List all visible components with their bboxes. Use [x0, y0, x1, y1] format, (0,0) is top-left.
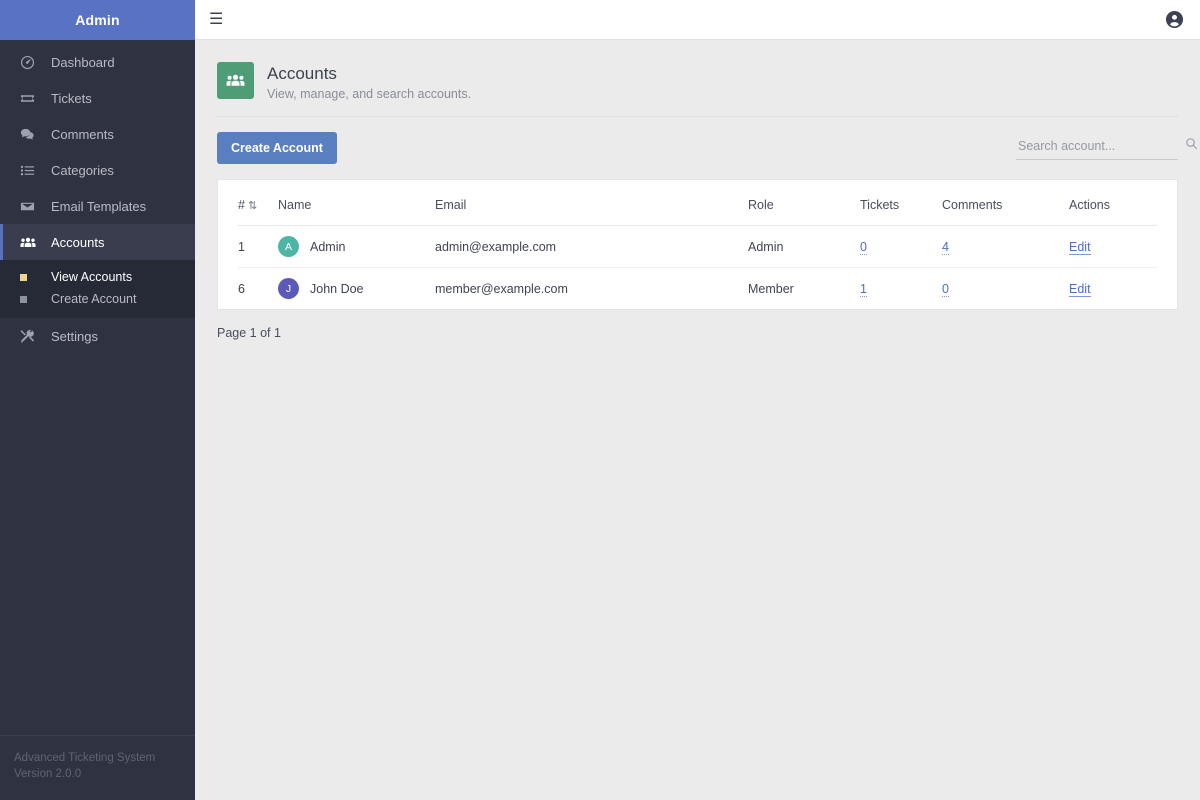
sidebar-item-dashboard[interactable]: Dashboard	[0, 44, 195, 80]
cell-tickets: 0	[860, 225, 942, 268]
tools-icon	[20, 329, 42, 344]
cell-id: 6	[238, 281, 245, 296]
header-divider	[217, 116, 1178, 117]
cell-email: admin@example.com	[435, 225, 748, 268]
sidebar-subitem-view-accounts[interactable]: View Accounts	[0, 266, 195, 288]
cell-role: Admin	[748, 225, 860, 268]
sort-arrows-icon[interactable]: ⇅	[245, 199, 257, 212]
cell-name-text: Admin	[310, 239, 346, 254]
cell-comments: 4	[942, 225, 1069, 268]
sidebar-nav: Dashboard Tickets Comments Categories Em	[0, 40, 195, 735]
sidebar-item-label: Tickets	[51, 90, 92, 106]
page-subtitle: View, manage, and search accounts.	[267, 87, 472, 101]
sidebar-subitem-label: View Accounts	[51, 270, 133, 284]
users-icon	[217, 62, 254, 99]
topbar: ☰	[195, 0, 1200, 40]
sidebar-item-accounts[interactable]: Accounts	[0, 224, 195, 260]
dashboard-icon	[20, 55, 42, 70]
column-header-id-label: #	[238, 198, 245, 212]
column-header-tickets[interactable]: Tickets	[860, 180, 942, 226]
sidebar-subitem-label: Create Account	[51, 292, 137, 306]
sidebar-submenu-accounts: View Accounts Create Account	[0, 260, 195, 318]
page-header: Accounts View, manage, and search accoun…	[217, 62, 1178, 103]
cell-tickets: 1	[860, 268, 942, 310]
sidebar-brand: Admin	[0, 0, 195, 40]
sidebar-footer: Advanced Ticketing System Version 2.0.0	[0, 735, 195, 800]
page-title: Accounts	[267, 64, 337, 83]
table-body: 1 A Admin admin@example.com Admin 0 4 Ed…	[238, 225, 1157, 310]
users-icon	[20, 235, 42, 250]
table-row: 1 A Admin admin@example.com Admin 0 4 Ed…	[238, 225, 1157, 268]
pagination-status: Page 1 of 1	[217, 326, 281, 340]
cell-name: J John Doe	[278, 268, 435, 310]
square-bullet-icon	[20, 295, 42, 303]
cell-actions: Edit	[1069, 268, 1157, 310]
avatar: J	[278, 278, 299, 299]
comments-count-link[interactable]: 0	[942, 281, 949, 297]
cell-name: A Admin	[278, 225, 435, 268]
sidebar-item-settings[interactable]: Settings	[0, 318, 195, 354]
table-row: 6 J John Doe member@example.com Member 1…	[238, 268, 1157, 310]
search-icon[interactable]	[1181, 137, 1198, 155]
sidebar-footer-version: Version 2.0.0	[14, 768, 82, 780]
list-icon	[20, 163, 42, 178]
envelope-icon	[20, 199, 42, 214]
ticket-icon	[20, 91, 42, 106]
table-head: # ⇅ Name Email Role Tickets Comments Act…	[238, 180, 1157, 226]
search-box[interactable]	[1016, 137, 1198, 160]
cell-email: member@example.com	[435, 281, 568, 296]
tickets-count-link[interactable]: 0	[860, 239, 867, 255]
sidebar-subitem-create-account[interactable]: Create Account	[0, 288, 195, 310]
tickets-count-link[interactable]: 1	[860, 281, 867, 297]
cell-comments: 0	[942, 268, 1069, 310]
column-header-email[interactable]: Email	[435, 180, 748, 226]
create-account-button[interactable]: Create Account	[217, 132, 337, 164]
sidebar-item-email-templates[interactable]: Email Templates	[0, 188, 195, 224]
accounts-table-card: # ⇅ Name Email Role Tickets Comments Act…	[217, 179, 1178, 310]
sidebar-item-label: Email Templates	[51, 198, 147, 214]
comments-icon	[20, 127, 42, 142]
column-header-id[interactable]: # ⇅	[238, 180, 278, 226]
sidebar-item-comments[interactable]: Comments	[0, 116, 195, 152]
column-header-role[interactable]: Role	[748, 180, 860, 226]
cell-role: Member	[748, 281, 794, 296]
square-bullet-icon	[20, 273, 42, 281]
table-header-row: # ⇅ Name Email Role Tickets Comments Act…	[238, 180, 1157, 226]
sidebar-item-label: Accounts	[51, 234, 105, 250]
cell-actions: Edit	[1069, 225, 1157, 268]
search-input[interactable]	[1016, 137, 1181, 154]
sidebar: Admin Dashboard Tickets Comments Categor…	[0, 0, 195, 800]
user-circle-icon[interactable]	[1165, 10, 1184, 29]
avatar: A	[278, 236, 299, 257]
sidebar-item-label: Categories	[51, 162, 114, 178]
cell-name-text: John Doe	[310, 281, 364, 296]
edit-link[interactable]: Edit	[1069, 239, 1091, 255]
comments-count-link[interactable]: 4	[942, 239, 949, 255]
sidebar-item-label: Settings	[51, 328, 98, 344]
sidebar-footer-app-name: Advanced Ticketing System	[14, 752, 156, 764]
sidebar-item-label: Comments	[51, 126, 114, 142]
column-header-comments[interactable]: Comments	[942, 180, 1069, 226]
sidebar-item-categories[interactable]: Categories	[0, 152, 195, 188]
sidebar-item-tickets[interactable]: Tickets	[0, 80, 195, 116]
cell-id: 1	[238, 225, 278, 268]
accounts-table: # ⇅ Name Email Role Tickets Comments Act…	[238, 180, 1157, 309]
edit-link[interactable]: Edit	[1069, 281, 1091, 297]
sidebar-item-label: Dashboard	[51, 54, 115, 70]
main-content: Accounts View, manage, and search accoun…	[195, 40, 1200, 800]
column-header-name[interactable]: Name	[278, 180, 435, 226]
hamburger-icon[interactable]: ☰	[209, 11, 223, 28]
column-header-actions: Actions	[1069, 180, 1157, 226]
toolbar: Create Account	[217, 131, 1198, 165]
